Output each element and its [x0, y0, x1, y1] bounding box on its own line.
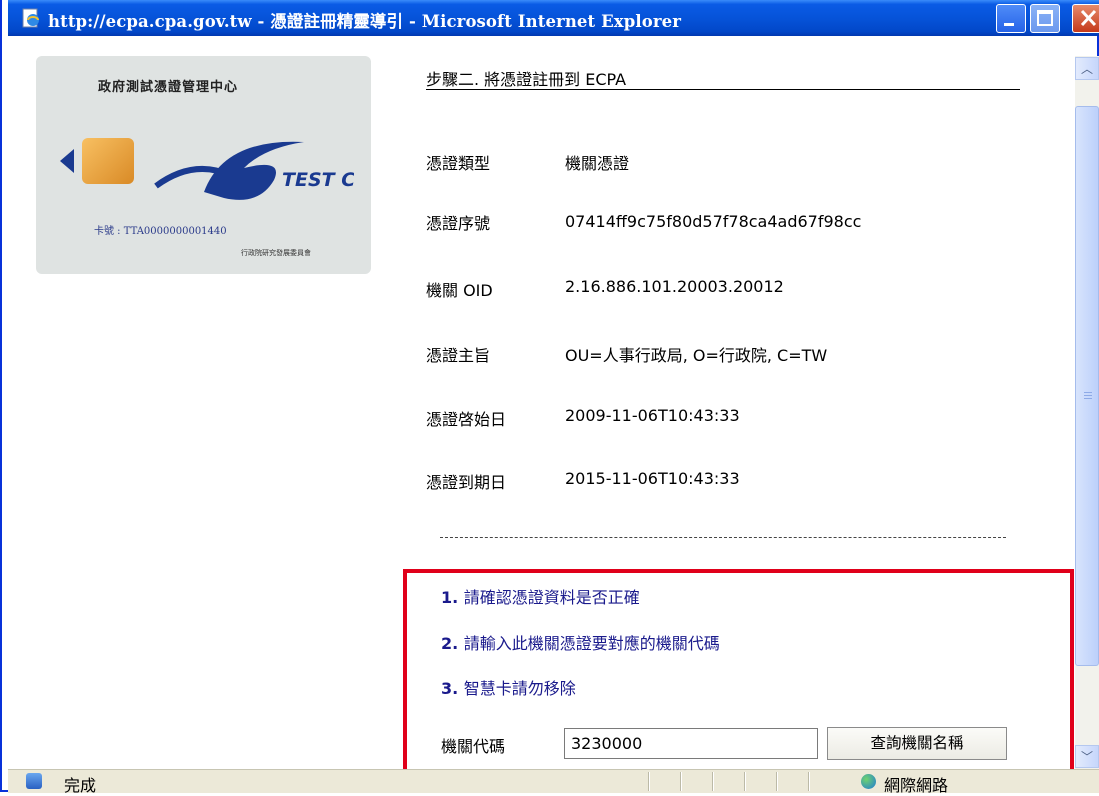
- cert-end-label: 憑證到期日: [426, 473, 507, 492]
- note-3: 3. 智慧卡請勿移除: [441, 679, 576, 698]
- minimize-icon: [1004, 23, 1014, 26]
- status-text: 完成: [64, 776, 97, 795]
- status-separator: [648, 772, 649, 791]
- cert-end-value: 2015-11-06T10:43:33: [565, 469, 740, 488]
- chevron-up-icon: ︿: [1080, 62, 1093, 76]
- status-separator: [680, 772, 681, 791]
- chevron-down-icon: ﹀: [1080, 750, 1093, 764]
- zone-text: 網際網路: [884, 776, 949, 795]
- agency-code-label: 機關代碼: [441, 737, 506, 756]
- step-divider: [426, 89, 1020, 90]
- maximize-icon: [1037, 10, 1053, 26]
- status-separator: [744, 772, 745, 791]
- cert-serial-label: 憑證序號: [426, 214, 491, 233]
- cert-type-label: 憑證類型: [426, 154, 491, 173]
- card-issuer: 行政院研究發展委員會: [241, 249, 311, 257]
- cert-subject-value: OU=人事行政局, O=行政院, C=TW: [565, 346, 828, 365]
- note-2: 2. 請輸入此機關憑證要對應的機關代碼: [441, 634, 720, 653]
- step-title: 步驟二. 將憑證註冊到 ECPA: [426, 70, 627, 89]
- test-ca-logo-text: TEST CA: [282, 169, 354, 191]
- status-bar: 完成 網際網路: [8, 769, 1099, 795]
- smart-card-image: 政府測試憑證管理中心 TEST CA 卡號 : TTA0000000001440…: [36, 56, 371, 274]
- scroll-up-button[interactable]: ︿: [1075, 57, 1099, 80]
- card-number: 卡號 : TTA0000000001440: [94, 226, 227, 237]
- note-1: 1. 請確認憑證資料是否正確: [441, 588, 640, 607]
- maximize-button[interactable]: [1030, 4, 1060, 33]
- close-button[interactable]: [1072, 4, 1099, 33]
- card-chip: [82, 138, 134, 184]
- status-separator: [776, 772, 777, 791]
- title-bar[interactable]: http://ecpa.cpa.gov.tw - 憑證註冊精靈導引 - Micr…: [8, 0, 1099, 36]
- status-separator: [712, 772, 713, 791]
- cert-start-value: 2009-11-06T10:43:33: [565, 406, 740, 425]
- agency-code-input[interactable]: [564, 728, 818, 759]
- query-agency-name-button[interactable]: 查詢機關名稱: [827, 727, 1007, 760]
- close-icon: [1080, 9, 1097, 27]
- internet-zone-icon: [861, 774, 876, 789]
- test-ca-logo: TEST CA: [154, 141, 354, 200]
- dashed-divider: [440, 537, 1006, 538]
- scroll-down-button[interactable]: ﹀: [1075, 745, 1099, 768]
- cert-start-label: 憑證啓始日: [426, 410, 507, 429]
- card-arrow-icon: [60, 149, 74, 173]
- vertical-scrollbar[interactable]: ︿ ﹀: [1075, 56, 1099, 769]
- cert-oid-value: 2.16.886.101.20003.20012: [565, 277, 784, 296]
- minimize-button[interactable]: [996, 4, 1026, 33]
- cert-subject-label: 憑證主旨: [426, 346, 491, 365]
- ie-page-icon: [22, 8, 39, 28]
- cert-oid-label: 機關 OID: [426, 281, 493, 300]
- grip-icon: [1084, 392, 1092, 393]
- window-title: http://ecpa.cpa.gov.tw - 憑證註冊精靈導引 - Micr…: [48, 12, 682, 31]
- scroll-thumb[interactable]: [1075, 106, 1099, 666]
- status-separator: [808, 772, 809, 791]
- page-done-icon: [26, 773, 42, 789]
- cert-type-value: 機關憑證: [565, 154, 630, 173]
- cert-serial-value: 07414ff9c75f80d57f78ca4ad67f98cc: [565, 212, 862, 231]
- card-title: 政府測試憑證管理中心: [98, 80, 239, 95]
